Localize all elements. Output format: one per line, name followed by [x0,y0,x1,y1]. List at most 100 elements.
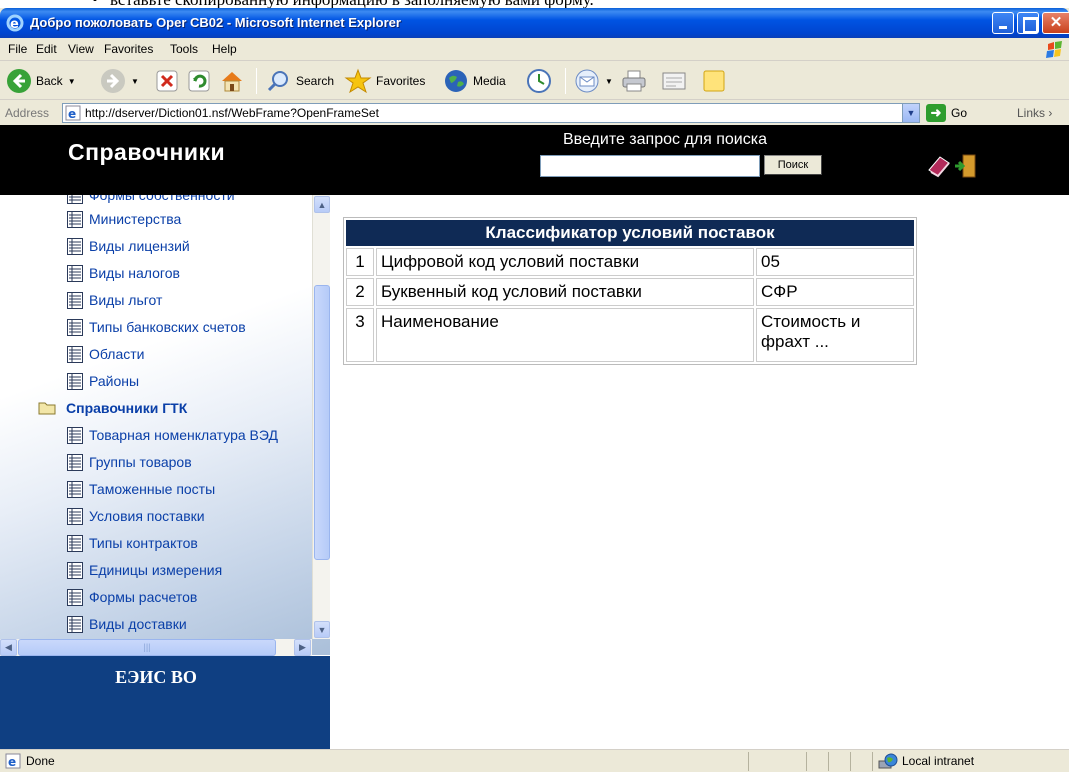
refresh-button[interactable] [187,67,211,95]
nav-item-label: Товарная номенклатура ВЭД [89,427,278,443]
refresh-icon [188,70,210,92]
list-document-icon [67,588,83,606]
address-bar: Address e http://dserver/Diction01.nsf/W… [0,101,1069,125]
exit-door-icon[interactable] [952,153,978,179]
toolbar-separator [565,68,566,94]
row-number: 1 [346,248,374,276]
search-label: Search [296,74,335,88]
status-text: Done [26,754,55,768]
search-button[interactable]: Search [266,67,334,95]
nav-item-ownership-forms[interactable]: Формы собственности [67,195,235,205]
maximize-button[interactable] [1017,12,1039,34]
list-document-icon [67,372,83,390]
row-value: СФР [756,278,914,306]
nav-folder-label: Справочники ГТК [66,400,188,416]
nav-item-regions[interactable]: Области [67,344,144,364]
scroll-right-button[interactable]: ▶ [294,639,311,656]
page-viewport: Справочники Введите запрос для поиска По… [0,125,1069,749]
browser-window: e Добро пожоловать Oper CB02 - Microsoft… [0,8,1069,772]
minimize-button[interactable] [992,12,1014,34]
nav-item-commodity-nomenclature[interactable]: Товарная номенклатура ВЭД [67,425,278,445]
menu-bar: File Edit View Favorites Tools Help [0,38,1069,61]
chevron-down-icon[interactable]: ▼ [68,77,76,86]
ie-page-icon: e [65,105,81,121]
scroll-thumb[interactable] [314,285,330,560]
go-arrow-icon: ➜ [926,104,946,122]
page-header: Справочники Введите запрос для поиска По… [0,125,1069,195]
address-url: http://dserver/Diction01.nsf/WebFrame?Op… [85,106,379,120]
links-label: Links [1017,106,1046,120]
nav-vertical-scrollbar[interactable]: ▲ ▼ [312,195,330,639]
menu-edit[interactable]: Edit [36,42,57,56]
scroll-left-button[interactable]: ◀ [0,639,17,656]
menu-tools[interactable]: Tools [170,42,198,56]
nav-item-districts[interactable]: Районы [67,371,139,391]
scroll-down-button[interactable]: ▼ [314,621,330,638]
nav-item-units[interactable]: Единицы измерения [67,560,222,580]
address-input[interactable]: e http://dserver/Diction01.nsf/WebFrame?… [62,103,920,123]
classifier-table: Классификатор условий поставок 1 Цифрово… [343,217,917,365]
row-number: 2 [346,278,374,306]
book-icon[interactable] [926,153,952,179]
print-button[interactable] [620,67,648,95]
nav-item-payment-forms[interactable]: Формы расчетов [67,587,197,607]
nav-item-customs-posts[interactable]: Таможенные посты [67,479,215,499]
nav-item-label: Таможенные посты [89,481,216,497]
nav-horizontal-scrollbar[interactable]: ◀ ||| ▶ [0,639,312,656]
search-input[interactable] [540,155,760,177]
nav-item-contract-types[interactable]: Типы контрактов [67,533,198,553]
favorites-button[interactable]: Favorites [344,67,425,95]
media-label: Media [473,74,506,88]
svg-text:e: e [8,755,16,769]
chevron-down-icon[interactable]: ▼ [605,77,613,86]
nav-item-bank-account-types[interactable]: Типы банковских счетов [67,317,246,337]
media-button[interactable]: Media [443,67,506,95]
menu-file[interactable]: File [8,42,27,56]
chevron-down-icon[interactable]: ▼ [902,104,919,122]
history-button[interactable] [526,67,552,95]
menu-help[interactable]: Help [212,42,237,56]
edit-button[interactable] [660,67,688,95]
scroll-thumb[interactable]: ||| [18,639,276,656]
document-text-fragment: • вставьте скопированную информацию в за… [0,0,1069,8]
scroll-up-button[interactable]: ▲ [314,196,330,213]
windows-logo-icon [1046,41,1062,58]
nav-item-tax-types[interactable]: Виды налогов [67,263,180,283]
nav-item-product-groups[interactable]: Группы товаров [67,452,192,472]
status-divider [872,752,873,771]
menu-favorites[interactable]: Favorites [104,42,153,56]
messenger-button[interactable] [700,67,728,95]
nav-item-delivery-types[interactable]: Виды доставки [67,614,187,634]
home-icon [222,72,242,92]
intranet-globe-icon [878,753,898,769]
chevron-down-icon[interactable]: ▼ [131,77,139,86]
ie-page-icon: e [5,753,21,769]
edit-page-icon [662,72,686,90]
nav-item-benefit-types[interactable]: Виды льгот [67,290,162,310]
nav-frame: Формы собственности Министерства Виды ли… [0,195,330,655]
site-title: Справочники [68,139,226,165]
nav-folder-gtk[interactable]: Справочники ГТК [38,398,187,418]
mail-button[interactable]: ▼ [574,67,613,95]
forward-button[interactable]: ▼ [100,67,139,95]
nav-item-license-types[interactable]: Виды лицензий [67,236,190,256]
nav-item-label: Районы [89,373,140,389]
forward-arrow-icon [101,69,125,93]
stop-button[interactable] [155,67,179,95]
svg-text:e: e [10,17,19,32]
back-button[interactable]: Back ▼ [6,67,76,95]
svg-text:e: e [68,107,76,121]
links-button[interactable]: Links › [1017,106,1052,120]
menu-view[interactable]: View [68,42,94,56]
nav-item-delivery-terms[interactable]: Условия поставки [67,506,205,526]
home-button[interactable] [219,67,245,95]
nav-item-ministries[interactable]: Министерства [67,209,181,229]
nav-item-label: Условия поставки [89,508,205,524]
go-button[interactable]: ➜ Go [926,103,967,123]
list-document-icon [67,561,83,579]
title-bar[interactable]: e Добро пожоловать Oper CB02 - Microsoft… [0,8,1069,38]
stop-icon [156,70,178,92]
row-value: Стоимость и фрахт ... [756,308,914,362]
search-submit-button[interactable]: Поиск [764,155,822,175]
close-button[interactable]: ✕ [1042,12,1069,34]
